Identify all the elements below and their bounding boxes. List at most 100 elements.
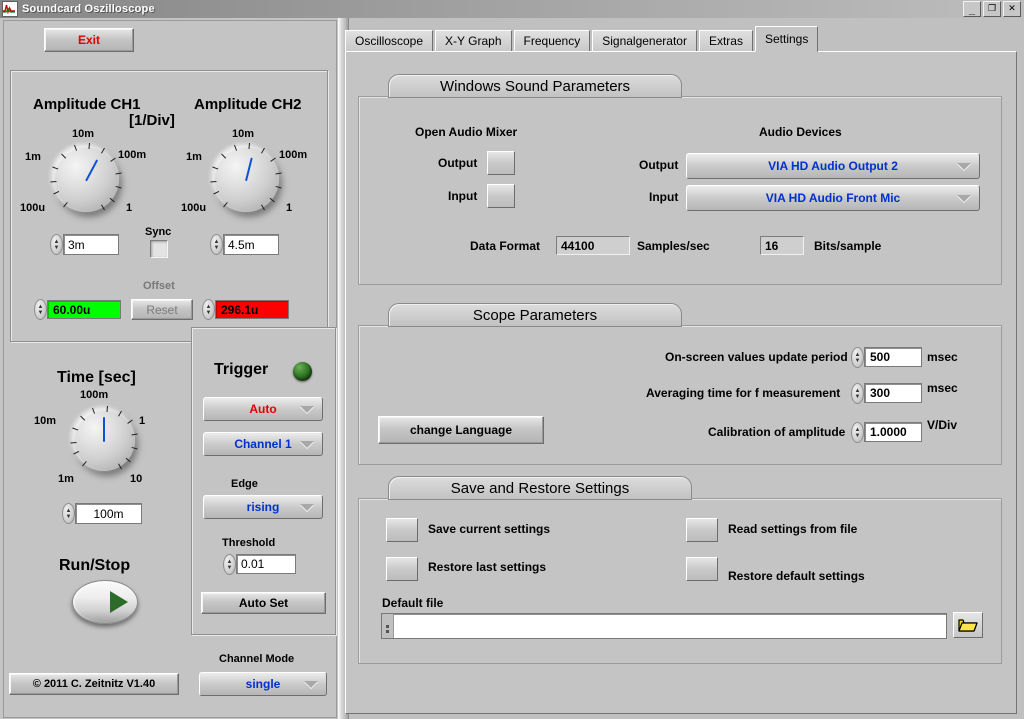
calibration-spinner[interactable]: ▲ ▼ <box>851 422 864 443</box>
tab-oscilloscope[interactable]: Oscilloscope <box>345 30 434 52</box>
amplitude-ch2-spinner[interactable]: ▲ ▼ <box>210 234 223 255</box>
audio-output-device-dropdown[interactable]: VIA HD Audio Output 2 <box>686 153 980 179</box>
edge-label: Edge <box>231 478 258 490</box>
bit-depth-field: 16 <box>760 236 804 255</box>
channel-mode-dropdown[interactable]: single <box>199 672 327 696</box>
threshold-value[interactable]: 0.01 <box>236 554 296 574</box>
tab-settings[interactable]: Settings <box>754 26 819 52</box>
update-period-value[interactable]: 500 <box>864 347 922 367</box>
save-current-settings-label: Save current settings <box>428 522 551 536</box>
tab-signalgenerator[interactable]: Signalgenerator <box>592 30 697 52</box>
save-restore-caption: Save and Restore Settings <box>388 476 692 500</box>
edge-dropdown[interactable]: rising <box>203 495 323 519</box>
offset-reset-button[interactable]: Reset <box>131 299 193 320</box>
restore-default-settings-label: Restore default settings <box>728 569 865 583</box>
minimize-button[interactable]: _ <box>963 1 981 17</box>
chevron-down-icon <box>300 504 314 511</box>
ch2-tick-1m: 1m <box>186 151 202 163</box>
averaging-unit: msec <box>927 381 958 395</box>
read-settings-from-file-label: Read settings from file <box>728 522 858 536</box>
amplitude-ch1-value[interactable]: 3m <box>63 234 119 255</box>
averaging-label: Averaging time for f measurement <box>646 386 841 400</box>
amplitude-ch1-spinner[interactable]: ▲ ▼ <box>50 234 63 255</box>
threshold-spinner[interactable]: ▲ ▼ <box>223 554 236 575</box>
bit-depth-unit: Bits/sample <box>814 239 882 253</box>
mixer-output-label: Output <box>438 156 478 170</box>
offset-ch1-value[interactable]: 60.00u <box>47 300 121 319</box>
open-mixer-output-button[interactable] <box>487 151 515 175</box>
audio-input-device-dropdown[interactable]: VIA HD Audio Front Mic <box>686 185 980 211</box>
time-tick-10m: 10m <box>34 415 57 427</box>
threshold-label: Threshold <box>222 537 276 549</box>
update-period-spinner[interactable]: ▲ ▼ <box>851 347 864 368</box>
ch1-tick-1m: 1m <box>25 151 41 163</box>
tab-strip: Oscilloscope X-Y Graph Frequency Signalg… <box>345 26 820 52</box>
tab-xy-graph[interactable]: X-Y Graph <box>435 30 512 52</box>
run-stop-switch[interactable] <box>72 580 138 624</box>
offset-ch2-spinner[interactable]: ▲ ▼ <box>202 299 215 320</box>
time-title: Time [sec] <box>57 369 136 386</box>
browse-file-button[interactable] <box>953 612 983 638</box>
default-file-input[interactable] <box>381 613 947 639</box>
close-button[interactable]: ✕ <box>1003 1 1021 17</box>
change-language-button[interactable]: change Language <box>378 416 544 444</box>
offset-ch2-value[interactable]: 296.1u <box>215 300 289 319</box>
sound-parameters-caption: Windows Sound Parameters <box>388 74 682 98</box>
close-icon: ✕ <box>1008 3 1016 13</box>
averaging-spinner[interactable]: ▲ ▼ <box>851 383 864 404</box>
restore-last-settings-button[interactable] <box>386 557 418 581</box>
scope-parameters-caption: Scope Parameters <box>388 303 682 327</box>
amplitude-ch2-value[interactable]: 4.5m <box>223 234 279 255</box>
open-audio-mixer-title: Open Audio Mixer <box>415 125 518 139</box>
channel-mode-value: single <box>245 677 281 691</box>
channel-mode-label: Channel Mode <box>219 653 295 665</box>
play-icon <box>110 591 128 613</box>
data-format-label: Data Format <box>470 239 541 253</box>
edge-value: rising <box>246 500 280 514</box>
ch1-tick-100m: 100m <box>118 149 147 161</box>
restore-default-settings-button[interactable] <box>686 557 718 581</box>
maximize-button[interactable]: ❐ <box>983 1 1001 17</box>
chevron-down-icon <box>304 681 318 688</box>
update-period-label: On-screen values update period <box>665 350 848 364</box>
auto-set-button[interactable]: Auto Set <box>201 592 326 614</box>
time-tick-10: 10 <box>130 473 143 485</box>
trigger-mode-value: Auto <box>249 402 277 416</box>
exit-button[interactable]: Exit <box>44 28 134 52</box>
device-input-label: Input <box>649 190 679 204</box>
calibration-value[interactable]: 1.0000 <box>864 422 922 442</box>
chevron-down-icon <box>300 406 314 413</box>
chevron-down-icon <box>300 441 314 448</box>
offset-ch1-spinner[interactable]: ▲ ▼ <box>34 299 47 320</box>
window-title: Soundcard Oszilloscope <box>22 3 155 15</box>
application-window: Soundcard Oszilloscope _ ❐ ✕ Exit Amplit… <box>0 0 1024 719</box>
amplitude-unit-label: [1/Div] <box>129 112 175 129</box>
trigger-source-dropdown[interactable]: Channel 1 <box>203 432 323 456</box>
audio-input-device-value: VIA HD Audio Front Mic <box>765 191 901 205</box>
copyright-label: © 2011 C. Zeitnitz V1.40 <box>9 673 179 695</box>
path-grip-icon <box>382 614 394 638</box>
mixer-input-label: Input <box>448 189 478 203</box>
time-spinner[interactable]: ▲ ▼ <box>62 503 75 524</box>
trigger-mode-dropdown[interactable]: Auto <box>203 397 323 421</box>
time-value[interactable]: 100m <box>75 503 142 524</box>
ch2-tick-1: 1 <box>286 202 293 214</box>
calibration-label: Calibration of amplitude <box>708 425 846 439</box>
open-mixer-input-button[interactable] <box>487 184 515 208</box>
read-settings-from-file-button[interactable] <box>686 518 718 542</box>
averaging-value[interactable]: 300 <box>864 383 922 403</box>
ch1-tick-10m: 10m <box>72 128 95 140</box>
tab-frequency[interactable]: Frequency <box>513 30 591 52</box>
time-tick-100m: 100m <box>80 389 109 401</box>
minimize-icon: _ <box>968 4 976 16</box>
time-tick-1m: 1m <box>58 473 74 485</box>
save-current-settings-button[interactable] <box>386 518 418 542</box>
ch2-tick-10m: 10m <box>232 128 255 140</box>
sync-label: Sync <box>145 226 172 238</box>
tab-extras[interactable]: Extras <box>698 30 753 52</box>
sync-checkbox[interactable] <box>150 240 168 258</box>
chevron-down-icon <box>957 195 971 202</box>
maximize-icon: ❐ <box>987 3 997 13</box>
restore-last-settings-label: Restore last settings <box>428 560 547 574</box>
amplitude-ch2-title: Amplitude CH2 <box>194 96 302 113</box>
